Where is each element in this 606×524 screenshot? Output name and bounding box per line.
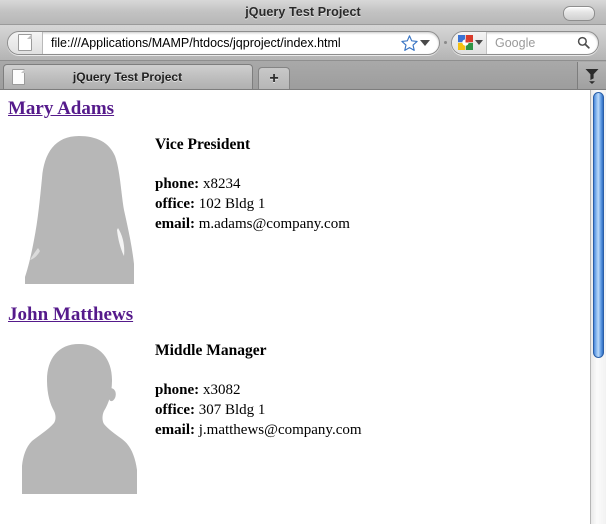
field-value: m.adams@company.com bbox=[198, 216, 350, 232]
field-label: phone: bbox=[155, 382, 200, 398]
person-field-office: office: 102 Bldg 1 bbox=[155, 194, 590, 214]
person-field-office: office: 307 Bldg 1 bbox=[155, 400, 590, 420]
web-page: Mary Adams Vice President phone: x8234 o… bbox=[0, 90, 590, 524]
new-tab-button[interactable]: + bbox=[258, 67, 290, 89]
tab-bar: jQuery Test Project + bbox=[0, 61, 606, 90]
star-icon[interactable] bbox=[401, 34, 418, 51]
search-input[interactable]: Google bbox=[487, 36, 577, 50]
field-value: j.matthews@company.com bbox=[198, 422, 362, 438]
browser-toolbar: file:///Applications/MAMP/htdocs/jqproje… bbox=[0, 25, 606, 61]
tab-label: jQuery Test Project bbox=[72, 70, 183, 84]
field-value: x8234 bbox=[202, 176, 241, 192]
person-entry: John Matthews Middle Manager phone: x308 bbox=[0, 284, 590, 494]
person-body: Middle Manager phone: x3082 office: 307 … bbox=[0, 342, 590, 494]
url-input[interactable]: file:///Applications/MAMP/htdocs/jqproje… bbox=[43, 36, 401, 50]
field-label: office: bbox=[155, 196, 195, 212]
field-label: email: bbox=[155, 216, 195, 232]
female-silhouette-icon bbox=[25, 136, 134, 284]
person-body: Vice President phone: x8234 office: 102 … bbox=[0, 136, 590, 284]
vertical-scrollbar[interactable] bbox=[590, 90, 606, 524]
field-value: 307 Bldg 1 bbox=[198, 402, 266, 418]
tab-jquery-test-project[interactable]: jQuery Test Project bbox=[3, 64, 253, 89]
tab-list-dropdown-icon bbox=[585, 69, 599, 84]
person-details: Middle Manager phone: x3082 office: 307 … bbox=[137, 342, 590, 440]
person-name-row: Mary Adams bbox=[0, 98, 590, 120]
person-name-row: John Matthews bbox=[0, 304, 590, 326]
scrollbar-thumb[interactable] bbox=[593, 92, 604, 358]
magnifier-icon[interactable] bbox=[577, 36, 590, 49]
browser-window: jQuery Test Project file:///Applications… bbox=[0, 0, 606, 524]
content-area: Mary Adams Vice President phone: x8234 o… bbox=[0, 90, 606, 524]
male-silhouette-avatar bbox=[22, 342, 137, 494]
person-name-link[interactable]: John Matthews bbox=[8, 304, 133, 326]
search-engine-selector[interactable] bbox=[452, 31, 487, 54]
field-value: x3082 bbox=[202, 382, 241, 398]
person-field-email: email: j.matthews@company.com bbox=[155, 420, 590, 440]
search-bar[interactable]: Google bbox=[451, 30, 599, 55]
person-field-phone: phone: x8234 bbox=[155, 174, 590, 194]
tab-favicon-page-icon bbox=[12, 69, 25, 85]
field-label: phone: bbox=[155, 176, 200, 192]
google-logo-icon bbox=[458, 35, 473, 50]
toolbar-dot-separator-icon bbox=[444, 41, 447, 44]
male-silhouette-icon bbox=[22, 344, 137, 494]
url-dropdown-chevron-down-icon[interactable] bbox=[420, 39, 430, 46]
person-job-title: Middle Manager bbox=[155, 342, 267, 359]
female-silhouette-avatar bbox=[22, 136, 137, 284]
person-field-phone: phone: x3082 bbox=[155, 380, 590, 400]
url-page-icon-container bbox=[8, 31, 43, 54]
person-name-link[interactable]: Mary Adams bbox=[8, 98, 114, 120]
field-label: email: bbox=[155, 422, 195, 438]
person-field-email: email: m.adams@company.com bbox=[155, 214, 590, 234]
window-resize-pill-icon[interactable] bbox=[563, 6, 595, 21]
field-value: 102 Bldg 1 bbox=[198, 196, 266, 212]
field-label: office: bbox=[155, 402, 195, 418]
page-icon bbox=[18, 34, 32, 51]
search-engine-chevron-down-icon[interactable] bbox=[475, 40, 483, 45]
person-entry: Mary Adams Vice President phone: x8234 o… bbox=[0, 90, 590, 284]
window-titlebar: jQuery Test Project bbox=[0, 0, 606, 25]
tab-list-dropdown-button[interactable] bbox=[577, 62, 606, 89]
url-bar[interactable]: file:///Applications/MAMP/htdocs/jqproje… bbox=[7, 30, 440, 55]
person-details: Vice President phone: x8234 office: 102 … bbox=[137, 136, 590, 234]
window-title: jQuery Test Project bbox=[245, 5, 361, 19]
person-job-title: Vice President bbox=[155, 136, 251, 153]
